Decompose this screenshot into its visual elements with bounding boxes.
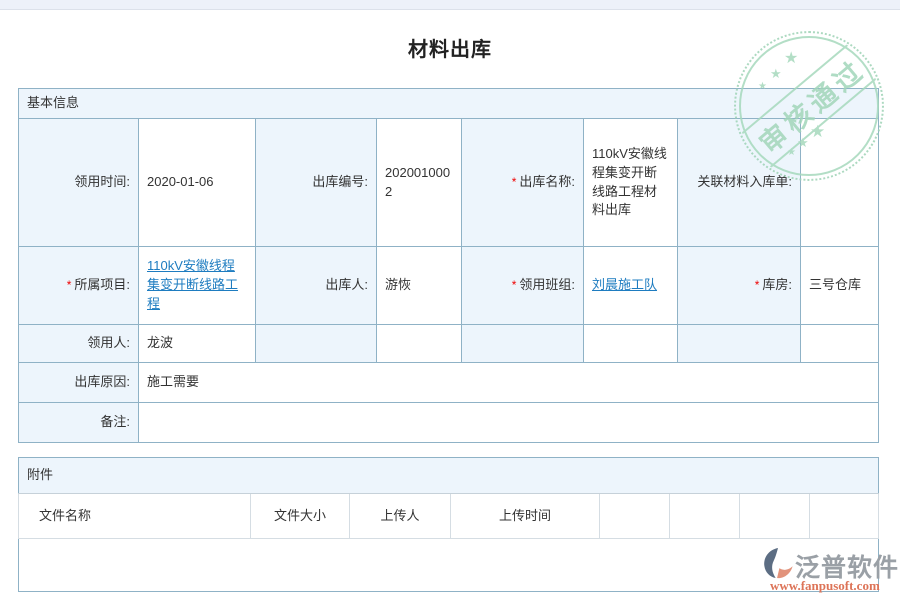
- empty-label-cell: [462, 325, 584, 363]
- column-header-empty: [670, 494, 740, 539]
- recipient-value: 龙波: [139, 325, 256, 363]
- attachments-table: 附件 文件名称 文件大小 上传人 上传时间: [18, 457, 879, 592]
- related-inbound-label: 关联材料入库单:: [678, 119, 801, 247]
- empty-label-cell: [256, 325, 377, 363]
- empty-value-cell: [584, 325, 678, 363]
- star-icon: ★: [770, 67, 782, 80]
- top-band: [0, 0, 900, 10]
- outbound-code-label: 出库编号:: [256, 119, 377, 247]
- related-inbound-value: [801, 119, 879, 247]
- column-header-empty: [740, 494, 810, 539]
- fanpu-logo-icon: [762, 547, 794, 579]
- table-row: 备注:: [19, 403, 879, 443]
- requisition-time-label: 领用时间:: [19, 119, 139, 247]
- empty-label-cell: [678, 325, 801, 363]
- project-label: *所属项目:: [19, 247, 139, 325]
- recipient-label: 领用人:: [19, 325, 139, 363]
- basic-info-table: 基本信息 领用时间: 2020-01-06 出库编号: 2020010002 *…: [18, 88, 879, 443]
- outbound-person-value: 游恢: [377, 247, 462, 325]
- outbound-reason-value: 施工需要: [139, 363, 879, 403]
- empty-value-cell: [801, 325, 879, 363]
- requisition-team-value: 刘晨施工队: [584, 247, 678, 325]
- empty-value-cell: [377, 325, 462, 363]
- required-asterisk: *: [67, 278, 72, 292]
- warehouse-value: 三号仓库: [801, 247, 879, 325]
- table-row: 出库原因: 施工需要: [19, 363, 879, 403]
- outbound-name-value: 110kV安徽线程集变开断线路工程材料出库: [584, 119, 678, 247]
- required-asterisk: *: [512, 175, 517, 189]
- table-row: 领用时间: 2020-01-06 出库编号: 2020010002 *出库名称:…: [19, 119, 879, 247]
- remark-label: 备注:: [19, 403, 139, 443]
- outbound-name-label: *出库名称:: [462, 119, 584, 247]
- requisition-time-value: 2020-01-06: [139, 119, 256, 247]
- team-link[interactable]: 刘晨施工队: [592, 277, 657, 292]
- basic-info-section-header: 基本信息: [19, 89, 879, 119]
- attachments-empty-row: [19, 539, 879, 592]
- column-header-empty: [810, 494, 879, 539]
- attachments-header-row: 文件名称 文件大小 上传人 上传时间: [19, 494, 879, 539]
- warehouse-label: *库房:: [678, 247, 801, 325]
- fanpu-site-url: www.fanpusoft.com: [770, 578, 880, 594]
- outbound-person-label: 出库人:: [256, 247, 377, 325]
- fanpu-logo: 泛普软件 www.fanpusoft.com: [762, 545, 896, 595]
- column-header-empty: [600, 494, 670, 539]
- requisition-team-label: *领用班组:: [462, 247, 584, 325]
- attachments-empty-area: [19, 539, 879, 592]
- remark-value: [139, 403, 879, 443]
- project-link[interactable]: 110kV安徽线程集变开断线路工程: [147, 258, 238, 311]
- project-value: 110kV安徽线程集变开断线路工程: [139, 247, 256, 325]
- column-header-uploader: 上传人: [350, 494, 451, 539]
- outbound-code-value: 2020010002: [377, 119, 462, 247]
- table-row: 领用人: 龙波: [19, 325, 879, 363]
- required-asterisk: *: [512, 278, 517, 292]
- page-title: 材料出库: [0, 33, 900, 62]
- outbound-reason-label: 出库原因:: [19, 363, 139, 403]
- attachments-section-header: 附件: [19, 458, 879, 494]
- column-header-upload-time: 上传时间: [451, 494, 600, 539]
- column-header-file-name: 文件名称: [19, 494, 251, 539]
- table-row: *所属项目: 110kV安徽线程集变开断线路工程 出库人: 游恢 *领用班组: …: [19, 247, 879, 325]
- required-asterisk: *: [755, 278, 760, 292]
- column-header-file-size: 文件大小: [251, 494, 350, 539]
